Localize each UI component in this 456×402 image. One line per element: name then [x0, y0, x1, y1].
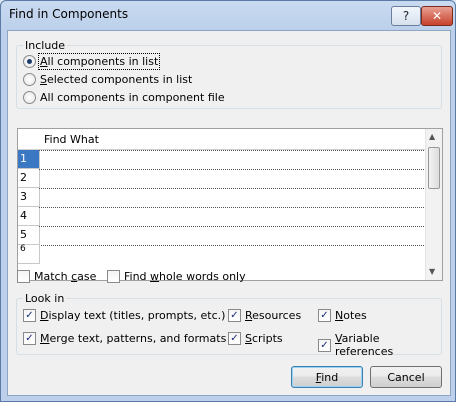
table-row[interactable]: 1 — [18, 150, 426, 170]
checkbox-display-text[interactable]: ✓ Display text (titles, prompts, etc.) — [23, 309, 225, 322]
close-icon: ✕ — [431, 9, 443, 23]
include-group: Include All components in list Selected … — [16, 39, 442, 109]
table-row[interactable]: 3 — [18, 188, 426, 208]
help-button[interactable]: ? — [391, 6, 421, 26]
radio-all-in-list[interactable]: All components in list — [23, 53, 161, 70]
radio-all-in-file[interactable]: All components in component file — [23, 91, 225, 104]
row-number[interactable]: 5 — [18, 226, 40, 245]
row-number[interactable]: 4 — [18, 207, 40, 226]
radio-button-selected[interactable] — [23, 55, 36, 68]
radio-label: All components in component file — [40, 91, 225, 104]
scroll-thumb[interactable] — [428, 147, 440, 189]
find-what-grid[interactable]: Find What 1 2 3 4 5 6 ▲ ▼ — [17, 128, 443, 281]
checkbox-scripts[interactable]: ✓ Scripts — [228, 332, 283, 345]
row-number[interactable]: 6 — [18, 245, 40, 264]
check-icon[interactable]: ✓ — [318, 309, 331, 322]
find-what-cell[interactable] — [39, 207, 426, 227]
radio-label: All components in list — [37, 53, 161, 70]
table-row[interactable]: 2 — [18, 169, 426, 189]
look-in-group-label: Look in — [23, 292, 67, 305]
scroll-down-icon[interactable]: ▼ — [429, 267, 435, 276]
grid-scrollbar[interactable]: ▲ ▼ — [425, 129, 442, 280]
checkbox-variable-references[interactable]: ✓ Variable references — [318, 332, 441, 358]
dialog-title: Find in Components — [9, 7, 129, 21]
checkbox-label: Variable references — [334, 332, 394, 358]
checkbox-box[interactable] — [107, 270, 120, 283]
table-row[interactable]: 6 — [18, 245, 426, 264]
whole-words-checkbox[interactable]: Find whole words only — [107, 270, 246, 283]
scroll-up-icon[interactable]: ▲ — [429, 132, 435, 141]
check-icon[interactable]: ✓ — [23, 332, 36, 345]
table-row[interactable]: 4 — [18, 207, 426, 227]
checkbox-label: Resources — [245, 309, 302, 322]
checkbox-label: Match case — [34, 270, 97, 283]
grid-header-find-what: Find What — [44, 133, 99, 146]
find-what-cell[interactable] — [39, 150, 426, 170]
include-group-label: Include — [23, 39, 68, 52]
checkbox-label: Notes — [335, 309, 367, 322]
find-what-cell[interactable] — [39, 169, 426, 189]
check-icon[interactable]: ✓ — [23, 309, 36, 322]
find-button-label: Find — [315, 370, 339, 384]
find-what-cell[interactable] — [39, 188, 426, 208]
row-number[interactable]: 3 — [18, 188, 40, 207]
find-button[interactable]: Find — [291, 366, 363, 388]
checkbox-label: Find whole words only — [124, 270, 246, 283]
row-number[interactable]: 2 — [18, 169, 40, 188]
checkbox-resources[interactable]: ✓ Resources — [228, 309, 301, 322]
grid-header: Find What — [18, 129, 426, 150]
radio-label: Selected components in list — [40, 73, 193, 86]
close-button[interactable]: ✕ — [421, 6, 453, 26]
radio-button[interactable] — [23, 73, 36, 86]
checkbox-label: Merge text, patterns, and formats — [40, 332, 227, 345]
match-case-checkbox[interactable]: Match case — [17, 270, 96, 283]
title-bar[interactable]: Find in Components ? ✕ — [1, 1, 455, 29]
check-icon[interactable]: ✓ — [228, 332, 241, 345]
check-icon[interactable]: ✓ — [228, 309, 241, 322]
find-dialog-window: Find in Components ? ✕ Include All compo… — [0, 0, 456, 402]
row-number[interactable]: 1 — [18, 150, 40, 169]
checkbox-label: Scripts — [245, 332, 283, 345]
cancel-button[interactable]: Cancel — [370, 366, 442, 388]
check-icon[interactable]: ✓ — [318, 338, 331, 352]
checkbox-merge-text[interactable]: ✓ Merge text, patterns, and formats — [23, 332, 226, 345]
checkbox-notes[interactable]: ✓ Notes — [318, 309, 367, 322]
find-what-cell[interactable] — [39, 226, 426, 246]
look-in-group: Look in ✓ Display text (titles, prompts,… — [16, 292, 442, 358]
checkbox-label: Display text (titles, prompts, etc.) — [40, 309, 226, 322]
dialog-client: Include All components in list Selected … — [7, 30, 451, 396]
radio-button[interactable] — [23, 91, 36, 104]
checkbox-box[interactable] — [17, 270, 30, 283]
table-row[interactable]: 5 — [18, 226, 426, 246]
radio-selected-in-list[interactable]: Selected components in list — [23, 73, 192, 86]
